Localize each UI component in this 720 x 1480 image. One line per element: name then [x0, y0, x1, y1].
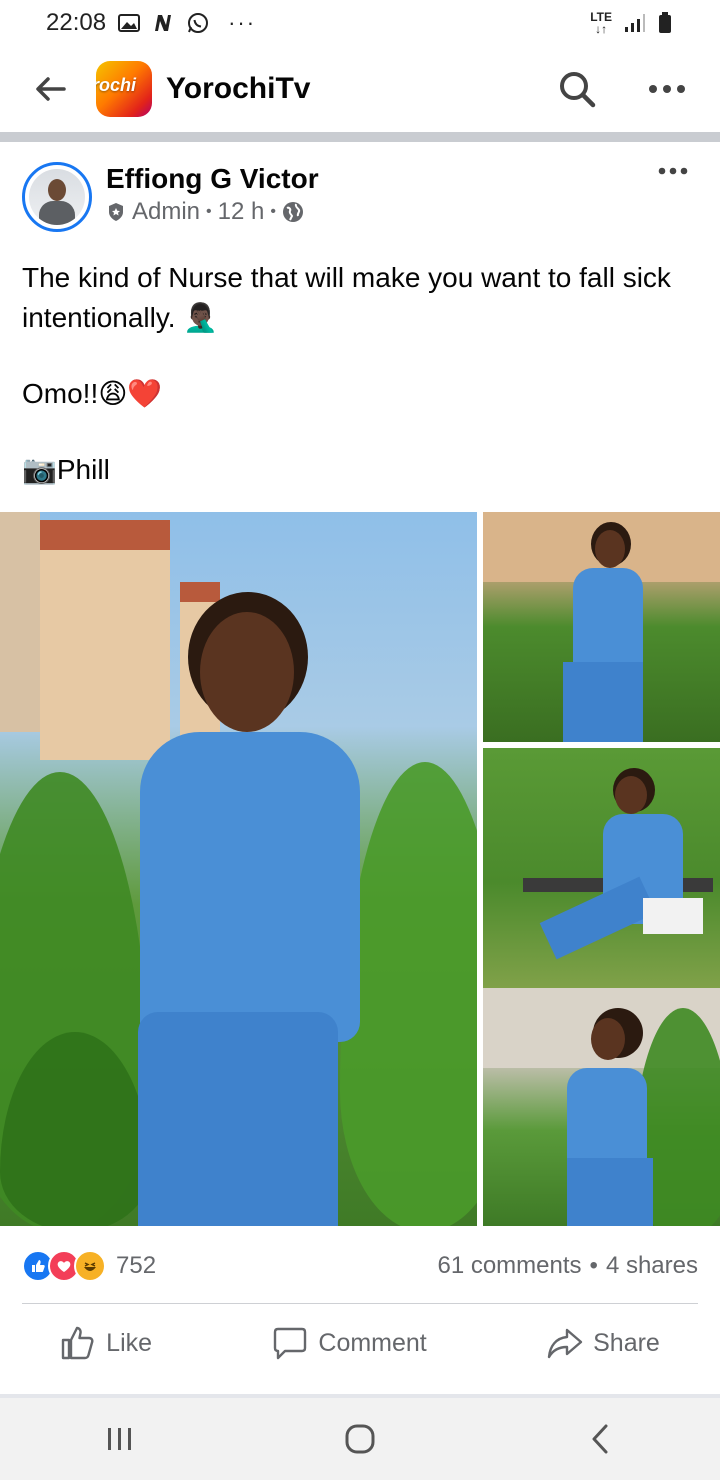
network-label: LTE ↓↑ — [590, 10, 612, 36]
like-icon — [61, 1326, 94, 1360]
comment-icon — [274, 1327, 307, 1360]
like-button[interactable]: Like — [44, 1319, 168, 1367]
comment-label: Comment — [318, 1328, 427, 1357]
system-navigation-bar — [0, 1398, 720, 1480]
comments-count[interactable]: 61 comments — [437, 1252, 581, 1280]
app-bar: rochi YorochiTv — [0, 46, 720, 132]
more-horizontal-icon — [649, 85, 685, 93]
nurse-figure — [120, 582, 380, 1226]
weary-heart-emoji: 😩❤️ — [98, 377, 163, 410]
status-bar: 22:08 ··· LTE ↓↑ — [0, 0, 720, 46]
post-actions: Like Comment Share — [0, 1312, 720, 1374]
section-divider — [0, 132, 720, 142]
back-button[interactable] — [28, 67, 72, 111]
n-icon — [152, 13, 174, 33]
more-options-button[interactable] — [642, 64, 692, 114]
whatsapp-icon — [186, 11, 210, 35]
recent-apps-icon — [108, 1428, 131, 1450]
page-title[interactable]: YorochiTv — [166, 72, 552, 106]
photo-side-2[interactable] — [483, 748, 720, 992]
post-text-line: Omo!!😩❤️ — [22, 377, 163, 410]
globe-icon — [282, 202, 303, 222]
author-role: Admin — [132, 198, 201, 225]
meta-separator: • — [270, 203, 276, 220]
shares-count[interactable]: 4 shares — [606, 1252, 698, 1280]
avatar[interactable] — [22, 162, 92, 232]
facebook-post-screen: 22:08 ··· LTE ↓↑ rochi YorochiTv Effiong… — [0, 0, 720, 1480]
admin-badge-icon — [109, 203, 123, 221]
haha-reaction-icon — [74, 1250, 106, 1282]
signal-icon — [624, 13, 646, 33]
photo-side-1[interactable] — [483, 512, 720, 742]
author-block: Effiong G Victor Admin • 12 h • — [106, 162, 319, 228]
recent-apps-button[interactable] — [80, 1409, 160, 1469]
search-icon — [560, 72, 596, 108]
camera-emoji: 📷 — [22, 453, 57, 486]
summary-separator: • — [589, 1252, 598, 1279]
author-name[interactable]: Effiong G Victor — [106, 162, 319, 196]
reaction-icons[interactable]: 752 — [22, 1250, 156, 1282]
post-text: The kind of Nurse that will make you wan… — [22, 258, 698, 490]
post-text-line: 📷Phill — [22, 453, 110, 486]
share-label: Share — [593, 1328, 660, 1357]
actions-divider — [22, 1303, 698, 1304]
gallery-icon — [118, 14, 141, 32]
more-horizontal-icon — [658, 167, 688, 175]
post-text-line: The kind of Nurse that will make you wan… — [22, 262, 671, 334]
photo-grid — [0, 512, 720, 1226]
home-icon — [345, 1424, 375, 1454]
chevron-left-icon — [592, 1424, 608, 1454]
system-back-button[interactable] — [560, 1409, 640, 1469]
post-meta: Admin • 12 h • — [106, 196, 319, 228]
status-bar-right: LTE ↓↑ — [590, 11, 672, 35]
arrow-left-icon — [36, 77, 66, 101]
page-logo[interactable]: rochi — [96, 61, 152, 117]
post-options-button[interactable] — [658, 162, 688, 180]
engagement-summary: 61 comments • 4 shares — [437, 1252, 698, 1280]
post-header: Effiong G Victor Admin • 12 h • — [22, 162, 698, 234]
battery-icon — [658, 12, 672, 34]
like-label: Like — [106, 1328, 153, 1357]
status-more: ··· — [228, 10, 257, 35]
status-bar-left: 22:08 ··· — [46, 9, 256, 37]
status-time: 22:08 — [46, 9, 107, 36]
reactions-summary: 752 61 comments • 4 shares — [22, 1246, 698, 1286]
comment-button[interactable]: Comment — [256, 1319, 442, 1367]
facepalm-emoji: 🤦🏿‍♂️ — [183, 301, 219, 334]
reaction-count: 752 — [116, 1252, 157, 1279]
share-button[interactable]: Share — [531, 1319, 676, 1367]
share-icon — [547, 1328, 583, 1359]
meta-separator: • — [206, 203, 212, 220]
avatar-image — [29, 169, 85, 225]
photo-side-3[interactable] — [483, 988, 720, 1226]
search-button[interactable] — [552, 64, 602, 114]
home-button[interactable] — [320, 1409, 400, 1469]
photo-main[interactable] — [0, 512, 477, 1226]
post-time[interactable]: 12 h — [218, 196, 265, 228]
